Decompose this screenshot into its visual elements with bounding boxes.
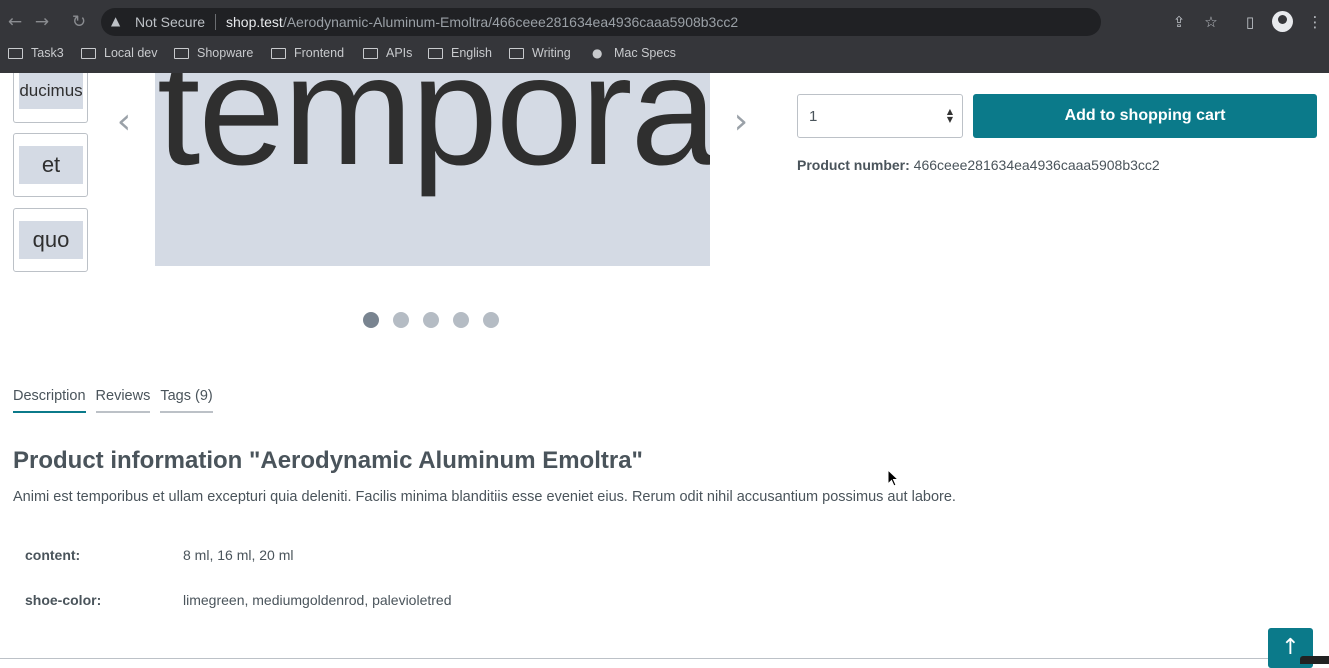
section-divider — [0, 658, 1329, 659]
back-icon[interactable]: ← — [3, 10, 27, 34]
product-number: Product number: 466ceee281634ea4936caaa5… — [797, 157, 1160, 173]
product-number-value: 466ceee281634ea4936caaa5908b3cc2 — [913, 157, 1160, 173]
main-image-text: tempora — [157, 73, 710, 198]
bookmark-star-icon[interactable]: ☆ — [1200, 11, 1222, 33]
mouse-cursor-icon — [887, 469, 900, 487]
product-number-label: Product number: — [797, 157, 910, 173]
bookmark-frontend[interactable]: Frontend — [271, 46, 344, 60]
bookmark-label: Writing — [532, 46, 571, 60]
folder-icon — [174, 47, 189, 59]
bookmarks-bar: Task3 Local dev Shopware Frontend APIs E… — [0, 42, 1329, 66]
gallery-thumbnail[interactable]: ducimus — [13, 73, 88, 123]
gallery-dot[interactable] — [423, 312, 439, 328]
warning-icon: ▲ — [111, 14, 121, 28]
product-info-title: Product information "Aerodynamic Aluminu… — [13, 447, 643, 474]
bookmark-label: Frontend — [294, 46, 345, 60]
side-panel-icon[interactable]: ▯ — [1239, 11, 1261, 33]
bookmark-label: Mac Specs — [614, 46, 676, 60]
bookmark-shopware[interactable]: Shopware — [174, 46, 253, 60]
apple-icon: ● — [592, 45, 603, 60]
url-host: shop.test — [226, 14, 283, 30]
gallery-dot[interactable] — [393, 312, 409, 328]
bookmark-local-dev[interactable]: Local dev — [81, 46, 158, 60]
quantity-select[interactable]: 1 ▲ ▼ — [797, 94, 963, 138]
thumbnail-image: et — [19, 146, 83, 184]
property-label: content: — [25, 547, 81, 563]
bookmark-mac-specs[interactable]: ● Mac Specs — [592, 46, 676, 60]
arrow-up-icon: ↑ — [1281, 635, 1300, 660]
gallery-dots — [363, 312, 513, 328]
select-arrows-icon: ▲ ▼ — [946, 107, 953, 124]
bookmark-label: Task3 — [31, 46, 64, 60]
bookmark-label: English — [451, 46, 492, 60]
property-label: shoe-color: — [25, 592, 102, 608]
quantity-value: 1 — [809, 108, 818, 125]
bookmark-label: APIs — [386, 46, 413, 60]
bookmark-apis[interactable]: APIs — [363, 46, 412, 60]
thumbnail-image: ducimus — [19, 73, 83, 109]
gallery-dot[interactable] — [363, 312, 379, 328]
bookmark-label: Shopware — [197, 46, 254, 60]
profile-avatar-icon[interactable] — [1272, 11, 1293, 32]
corner-widget — [1300, 656, 1329, 664]
gallery-thumbnail[interactable]: et — [13, 133, 88, 197]
browser-toolbar: ← → ↻ ▲ Not Secure shop.test/Aerodynamic… — [0, 6, 1329, 38]
property-value: 8 ml, 16 ml, 20 ml — [183, 547, 294, 563]
omnibox-separator — [215, 14, 216, 30]
bookmark-task3[interactable]: Task3 — [8, 46, 64, 60]
gallery-dot[interactable] — [483, 312, 499, 328]
reload-icon[interactable]: ↻ — [67, 10, 91, 34]
url-text[interactable]: shop.test/Aerodynamic-Aluminum-Emoltra/4… — [226, 14, 738, 30]
gallery-prev-icon[interactable]: ‹ — [112, 104, 136, 144]
tab-description[interactable]: Description — [13, 388, 86, 413]
product-main-image[interactable]: tempora — [155, 73, 710, 266]
folder-icon — [271, 47, 286, 59]
url-path: /Aerodynamic-Aluminum-Emoltra/466ceee281… — [282, 14, 739, 30]
folder-icon — [509, 47, 524, 59]
tab-tags[interactable]: Tags (9) — [160, 388, 213, 413]
product-tabs: Description Reviews Tags (9) — [13, 388, 223, 413]
gallery-dot[interactable] — [453, 312, 469, 328]
add-to-cart-button[interactable]: Add to shopping cart — [973, 94, 1317, 138]
property-value: limegreen, mediumgoldenrod, palevioletre… — [183, 592, 452, 608]
folder-icon — [363, 47, 378, 59]
tab-reviews[interactable]: Reviews — [95, 388, 151, 413]
share-icon[interactable]: ⇪ — [1168, 11, 1190, 33]
folder-icon — [8, 47, 23, 59]
folder-icon — [81, 47, 96, 59]
folder-icon — [428, 47, 443, 59]
product-description: Animi est temporibus et ullam excepturi … — [13, 489, 956, 505]
forward-icon[interactable]: → — [30, 10, 54, 34]
menu-kebab-icon[interactable]: ⋮ — [1304, 11, 1326, 33]
browser-chrome: ← → ↻ ▲ Not Secure shop.test/Aerodynamic… — [0, 0, 1329, 73]
gallery-thumbnail[interactable]: quo — [13, 208, 88, 272]
address-bar[interactable]: ▲ Not Secure shop.test/Aerodynamic-Alumi… — [101, 8, 1101, 36]
bookmark-writing[interactable]: Writing — [509, 46, 571, 60]
bookmark-label: Local dev — [104, 46, 158, 60]
gallery-next-icon[interactable]: › — [729, 104, 753, 144]
security-label: Not Secure — [135, 14, 206, 30]
thumbnail-image: quo — [19, 221, 83, 259]
bookmark-english[interactable]: English — [428, 46, 492, 60]
